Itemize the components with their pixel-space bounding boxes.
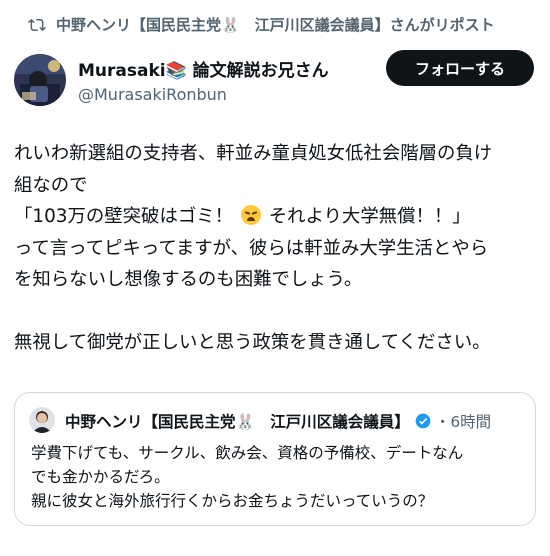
post-line: 組なので <box>14 174 88 196</box>
quoted-text: 学費下げても、サークル、飲み会、資格の予備校、デートなん でも金かかるだろ。 親… <box>31 441 527 513</box>
post-line: って言ってピキってますが、彼らは軒並み大学生活とやら <box>14 237 489 259</box>
quoted-line: でも金かかるだろ。 <box>31 468 170 486</box>
post-line-part: それより大学無償！！」 <box>268 206 471 227</box>
post-line: を知らないし想像するのも困難でしょう。 <box>14 269 363 290</box>
follow-button[interactable]: フォローする <box>386 50 534 86</box>
quoted-timestamp[interactable]: ・6時間 <box>435 410 491 432</box>
verified-badge-icon <box>415 413 431 429</box>
post-line: 「103万の壁突破はゴミ！ それより大学無償！！」 <box>14 201 544 233</box>
quoted-author-avatar[interactable] <box>29 407 55 433</box>
repost-icon <box>28 16 46 34</box>
steam-face-emoji-icon <box>240 205 261 225</box>
post-line: れいわ新選組の支持者、軒並み童貞処女低社会階層の負け <box>14 143 493 164</box>
post-line-part: 「103万の壁突破はゴミ！ <box>14 206 234 227</box>
quoted-post[interactable]: 中野ヘンリ【国民民主党🐰 江戸川区議会議員】 ・6時間 学費下げても、サークル、… <box>14 392 536 526</box>
author-handle[interactable]: @MurasakiRonbun <box>78 85 329 104</box>
quoted-author-name[interactable]: 中野ヘンリ【国民民主党🐰 江戸川区議会議員】 <box>65 410 410 432</box>
quoted-header: 中野ヘンリ【国民民主党🐰 江戸川区議会議員】 ・6時間 <box>65 410 525 432</box>
author-avatar[interactable] <box>14 54 66 106</box>
repost-text: 中野ヘンリ【国民民主党🐰 江戸川区議会議員】さんがリポスト <box>56 16 495 34</box>
author-block[interactable]: Murasaki📚 論文解説お兄さん @MurasakiRonbun <box>78 56 329 104</box>
quoted-line: 学費下げても、サークル、飲み会、資格の予備校、デートなん <box>31 444 464 462</box>
post-line: 無視して御党が正しいと思う政策を貫き通してください。 <box>14 332 491 353</box>
author-name[interactable]: Murasaki📚 論文解説お兄さん <box>78 56 329 81</box>
repost-header[interactable]: 中野ヘンリ【国民民主党🐰 江戸川区議会議員】さんがリポスト <box>28 14 495 35</box>
post-text: れいわ新選組の支持者、軒並み童貞処女低社会階層の負け 組なので 「103万の壁突… <box>14 138 544 359</box>
quoted-line: 親に彼女と海外旅行行くからお金ちょうだいっていうの？ <box>31 492 434 510</box>
